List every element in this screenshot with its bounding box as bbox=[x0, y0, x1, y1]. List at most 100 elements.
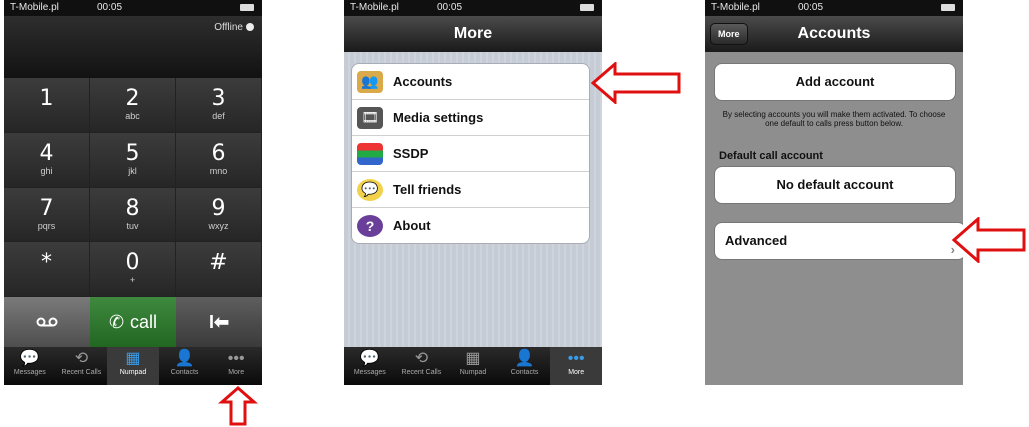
default-account-header: Default call account bbox=[719, 150, 823, 162]
menu-item-media-settings[interactable]: 🎞 Media settings bbox=[352, 100, 589, 136]
tab-label: Numpad bbox=[459, 369, 487, 376]
back-button[interactable]: More bbox=[710, 23, 748, 45]
left-arrow-icon bbox=[952, 217, 1026, 263]
voicemail-icon bbox=[36, 317, 58, 327]
tell-friends-icon: 💬 bbox=[357, 178, 383, 201]
key-letters: jkl bbox=[128, 165, 137, 176]
status-bar: T-Mobile.pl 00:05 bbox=[705, 0, 963, 16]
tab-more[interactable]: ••• More bbox=[550, 347, 602, 385]
up-arrow-icon bbox=[218, 386, 258, 426]
tab-more[interactable]: ••• More bbox=[210, 347, 262, 385]
accounts-icon: 👥 bbox=[357, 70, 383, 93]
key-digit: 5 bbox=[125, 140, 140, 166]
menu-item-label: Accounts bbox=[393, 74, 453, 89]
tab-numpad[interactable]: ▦ Numpad bbox=[107, 347, 159, 385]
backspace-icon: I⬅ bbox=[208, 311, 230, 332]
menu-item-accounts[interactable]: 👥 Accounts bbox=[352, 64, 589, 100]
tab-label: Messages bbox=[353, 369, 386, 376]
more-screen: T-Mobile.pl 00:05 More 👥 Accounts 🎞 Medi… bbox=[344, 0, 602, 385]
key-1[interactable]: 1 bbox=[4, 78, 90, 133]
key-digit: 1 bbox=[39, 86, 54, 111]
nav-bar: More Accounts bbox=[705, 16, 963, 52]
tab-contacts[interactable]: 👤 Contacts bbox=[499, 347, 551, 385]
key-digit: 4 bbox=[39, 140, 54, 166]
media-settings-icon: 🎞 bbox=[357, 106, 383, 129]
key-3[interactable]: 3 def bbox=[176, 78, 262, 133]
key-digit: # bbox=[209, 250, 228, 276]
tab-label: Contacts bbox=[170, 369, 199, 376]
status-dot-icon bbox=[246, 23, 254, 32]
key-letters: pqrs bbox=[37, 220, 56, 231]
tab-label: Recent Calls bbox=[61, 369, 102, 376]
tab-label: Numpad bbox=[119, 369, 147, 376]
page-title: Accounts bbox=[797, 25, 871, 42]
speech-bubble-icon: 💬 bbox=[359, 350, 380, 367]
key-digit: 7 bbox=[39, 195, 54, 221]
menu-item-about[interactable]: ? About bbox=[352, 208, 589, 243]
clock-icon: ⟲ bbox=[74, 350, 89, 367]
key-6[interactable]: 6 mno bbox=[176, 132, 262, 188]
offline-label: Offline bbox=[214, 22, 243, 33]
key-digit: * bbox=[41, 250, 52, 276]
key-hash[interactable]: # bbox=[176, 242, 262, 297]
accounts-background bbox=[705, 52, 963, 385]
key-digit: 8 bbox=[125, 195, 140, 221]
tab-label: Messages bbox=[13, 369, 46, 376]
tab-bar: 💬 Messages ⟲ Recent Calls ▦ Numpad 👤 Contact… bbox=[344, 347, 602, 385]
tab-label: More bbox=[228, 369, 245, 376]
menu-item-label: Tell friends bbox=[393, 182, 462, 197]
menu-item-ssdp[interactable]: SSDP bbox=[352, 136, 589, 172]
menu-item-label: About bbox=[393, 218, 431, 233]
key-digit: 3 bbox=[211, 86, 226, 111]
key-letters: abc bbox=[125, 111, 140, 121]
key-letters: ghi bbox=[40, 165, 53, 176]
default-account-button[interactable]: No default account bbox=[714, 166, 956, 204]
offline-status: Offline bbox=[214, 22, 254, 33]
key-8[interactable]: 8 tuv bbox=[90, 187, 176, 243]
backspace-button[interactable]: I⬅ bbox=[176, 297, 262, 347]
call-button[interactable]: ✆ call bbox=[90, 297, 176, 347]
key-digit: 2 bbox=[125, 86, 140, 111]
battery-icon bbox=[240, 4, 254, 11]
key-2[interactable]: 2 abc bbox=[90, 78, 176, 133]
tab-bar: 💬 Messages ⟲ Recent Calls ▦ Numpad 👤 Contact… bbox=[4, 347, 262, 385]
key-letters: mno bbox=[209, 165, 228, 176]
question-icon: ? bbox=[357, 214, 383, 237]
tab-messages[interactable]: 💬 Messages bbox=[4, 347, 56, 385]
voicemail-button[interactable] bbox=[4, 297, 90, 347]
dialer-screen: T-Mobile.pl 00:05 Offline 1 2 abc 3 def 4g… bbox=[4, 0, 262, 385]
left-arrow-icon bbox=[591, 62, 681, 104]
add-account-label: Add account bbox=[795, 74, 875, 89]
add-account-button[interactable]: Add account bbox=[714, 63, 956, 101]
key-letters: wxyz bbox=[208, 220, 229, 231]
tab-contacts[interactable]: 👤 Contacts bbox=[159, 347, 211, 385]
tab-numpad[interactable]: ▦ Numpad bbox=[447, 347, 499, 385]
accounts-note: By selecting accounts you will make them… bbox=[722, 110, 946, 128]
key-7[interactable]: 7 pqrs bbox=[4, 187, 90, 243]
more-dots-icon: ••• bbox=[567, 350, 585, 367]
clock-label: 00:05 bbox=[798, 2, 824, 13]
dialer-actions: ✆ call I⬅ bbox=[4, 297, 262, 347]
nav-bar: More bbox=[344, 16, 602, 52]
page-title: More bbox=[453, 25, 493, 42]
clock-icon: ⟲ bbox=[414, 350, 429, 367]
key-letters: + bbox=[129, 275, 136, 286]
speech-bubble-icon: 💬 bbox=[19, 350, 40, 367]
key-4[interactable]: 4 ghi bbox=[4, 132, 90, 188]
default-account-label: No default account bbox=[776, 177, 894, 192]
key-star[interactable]: * bbox=[4, 242, 90, 297]
menu-item-tell-friends[interactable]: 💬 Tell friends bbox=[352, 172, 589, 208]
key-0[interactable]: 0 + bbox=[90, 242, 176, 297]
tab-recent-calls[interactable]: ⟲ Recent Calls bbox=[56, 347, 108, 385]
advanced-button[interactable]: Advanced › bbox=[714, 222, 963, 260]
menu-item-label: SSDP bbox=[393, 146, 429, 161]
key-letters: tuv bbox=[126, 220, 139, 231]
carrier-label: T-Mobile.pl bbox=[10, 2, 59, 13]
numpad-icon: ▦ bbox=[465, 350, 481, 367]
tab-messages[interactable]: 💬 Messages bbox=[344, 347, 396, 385]
key-letters: def bbox=[212, 111, 225, 121]
clock-label: 00:05 bbox=[437, 2, 463, 13]
key-5[interactable]: 5 jkl bbox=[90, 132, 176, 188]
key-9[interactable]: 9 wxyz bbox=[176, 187, 262, 243]
tab-recent-calls[interactable]: ⟲ Recent Calls bbox=[396, 347, 448, 385]
